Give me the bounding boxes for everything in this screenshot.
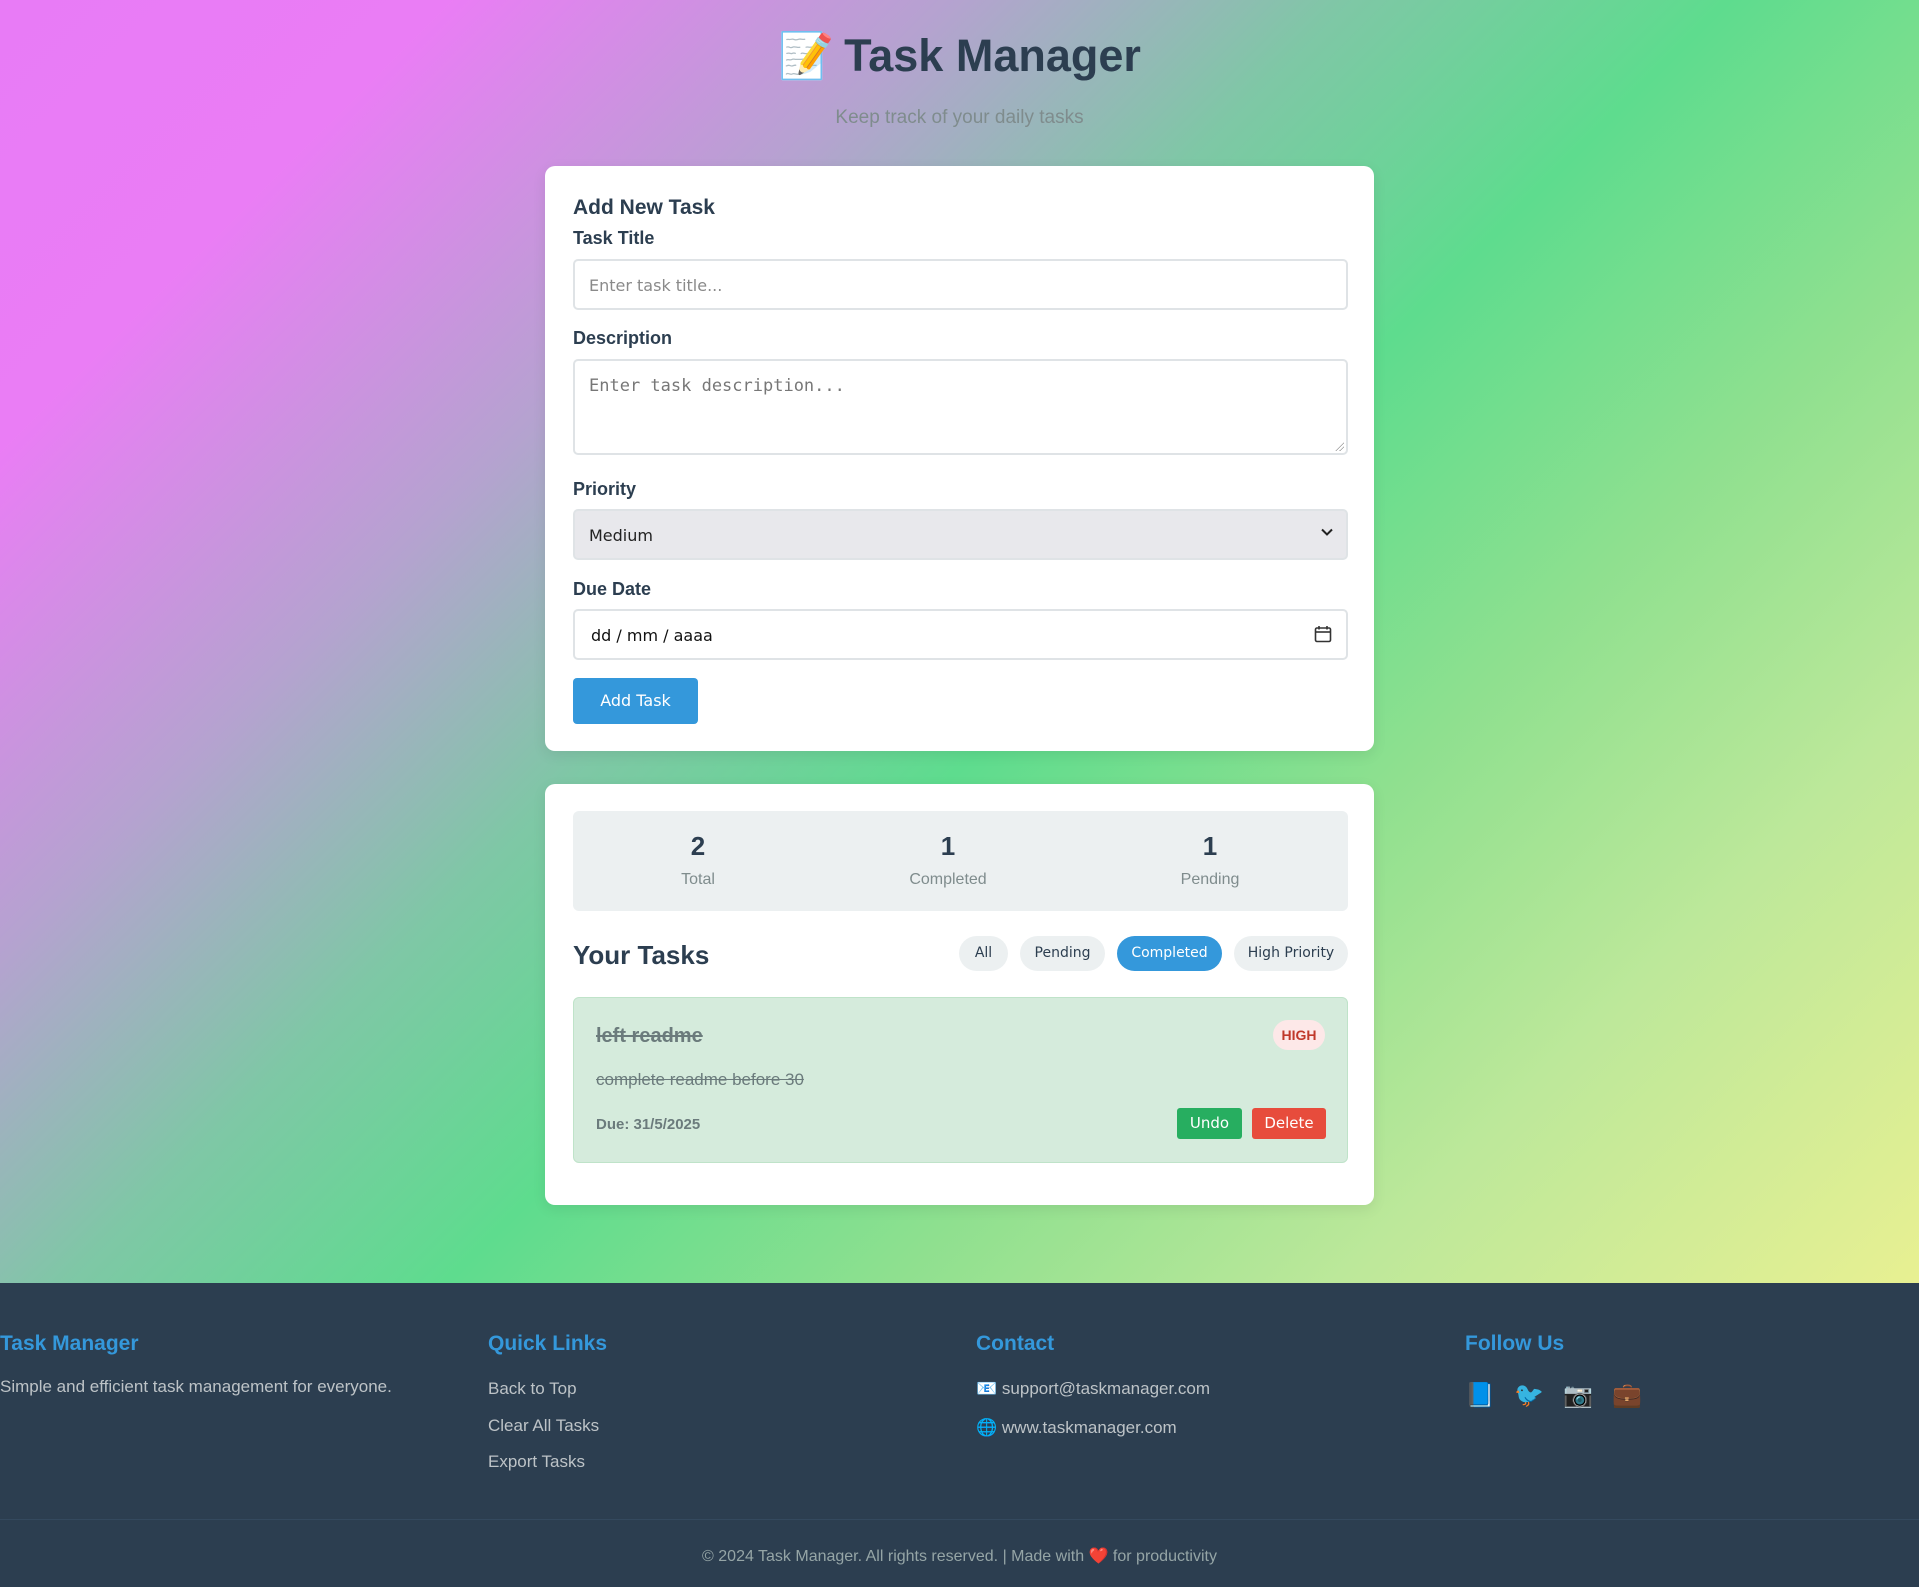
clear-all-tasks-link[interactable]: Clear All Tasks xyxy=(488,1416,599,1436)
back-to-top-link[interactable]: Back to Top xyxy=(488,1379,577,1399)
description-placeholder: Enter task description... xyxy=(589,376,845,396)
memo-pencil-icon: 📝 xyxy=(778,29,835,82)
task-title-placeholder: Enter task title... xyxy=(589,276,723,295)
stat-total: 2 Total xyxy=(598,831,798,889)
stat-value: 1 xyxy=(940,831,956,861)
filter-pending-button[interactable]: Pending xyxy=(1020,936,1105,971)
twitter-icon[interactable]: 🐦 xyxy=(1514,1381,1544,1409)
filter-high-priority-button[interactable]: High Priority xyxy=(1234,936,1348,971)
task-due-date: Due: 31/5/2025 xyxy=(596,1116,701,1133)
task-title-input[interactable]: Enter task title... xyxy=(573,259,1348,310)
copyright-suffix: for productivity xyxy=(1112,1548,1217,1565)
description-textarea[interactable]: Enter task description... xyxy=(573,359,1348,455)
resize-handle-icon[interactable] xyxy=(1334,441,1344,451)
stat-value: 1 xyxy=(1202,831,1218,861)
contact-website-text: www.taskmanager.com xyxy=(1001,1418,1177,1437)
calendar-icon[interactable] xyxy=(1314,625,1332,643)
task-title-label: Task Title xyxy=(573,228,655,248)
footer-follow-title: Follow Us xyxy=(1465,1332,1565,1355)
globe-icon: 🌐 xyxy=(976,1418,998,1438)
add-task-card: Add New Task Task Title Enter task title… xyxy=(545,166,1374,751)
due-date-placeholder: dd / mm / aaaa xyxy=(591,626,713,645)
linkedin-icon[interactable]: 💼 xyxy=(1612,1381,1642,1409)
task-item: left readme HIGH complete readme before … xyxy=(573,997,1348,1163)
stat-value: 2 xyxy=(690,831,706,861)
description-label: Description xyxy=(573,328,673,348)
stat-label: Completed xyxy=(909,871,987,888)
filter-all-button[interactable]: All xyxy=(959,936,1008,971)
stat-completed: 1 Completed xyxy=(848,831,1048,889)
priority-select[interactable]: Medium xyxy=(573,509,1348,560)
heart-icon: ❤️ xyxy=(1088,1546,1109,1565)
instagram-icon[interactable]: 📷 xyxy=(1563,1381,1593,1409)
footer-quick-links-section: Quick Links xyxy=(488,1331,607,1357)
stats-panel: 2 Total 1 Completed 1 Pending xyxy=(573,811,1348,911)
priority-badge: HIGH xyxy=(1273,1020,1325,1050)
footer-brand-title: Task Manager xyxy=(0,1332,139,1355)
page-title-text: Task Manager xyxy=(844,30,1141,81)
facebook-icon[interactable]: 📘 xyxy=(1465,1381,1495,1409)
contact-email-text: support@taskmanager.com xyxy=(1001,1379,1211,1398)
page-title: 📝 Task Manager xyxy=(0,28,1919,84)
priority-label: Priority xyxy=(573,479,637,499)
stat-pending: 1 Pending xyxy=(1110,831,1310,889)
page-subtitle: Keep track of your daily tasks xyxy=(835,107,1084,128)
tasks-card: 2 Total 1 Completed 1 Pending Your Tasks… xyxy=(545,784,1374,1205)
email-icon: 📧 xyxy=(976,1379,998,1399)
footer-brand-text: Simple and efficient task management for… xyxy=(0,1377,392,1396)
add-task-button[interactable]: Add Task xyxy=(573,678,698,724)
footer-brand-section: Task Manager Simple and efficient task m… xyxy=(0,1331,392,1397)
undo-button[interactable]: Undo xyxy=(1177,1108,1242,1139)
contact-website[interactable]: 🌐 www.taskmanager.com xyxy=(976,1418,1177,1438)
your-tasks-heading: Your Tasks xyxy=(573,940,710,970)
add-task-heading: Add New Task xyxy=(573,196,715,219)
stat-label: Total xyxy=(681,871,715,888)
due-date-input[interactable]: dd / mm / aaaa xyxy=(573,609,1348,660)
priority-selected-value: Medium xyxy=(589,526,653,545)
chevron-down-icon xyxy=(1321,528,1333,536)
filter-completed-button[interactable]: Completed xyxy=(1117,936,1222,971)
copyright-prefix: © 2024 Task Manager. All rights reserved… xyxy=(702,1548,1085,1565)
footer-follow-section: Follow Us xyxy=(1465,1331,1564,1357)
copyright-text: © 2024 Task Manager. All rights reserved… xyxy=(0,1546,1919,1566)
due-date-label: Due Date xyxy=(573,579,652,599)
footer-contact-section: Contact xyxy=(976,1331,1054,1357)
delete-button[interactable]: Delete xyxy=(1252,1108,1326,1139)
footer-contact-title: Contact xyxy=(976,1332,1055,1355)
task-description: complete readme before 30 xyxy=(596,1070,804,1089)
footer-divider xyxy=(0,1519,1919,1520)
stat-label: Pending xyxy=(1180,871,1240,888)
page-footer: Task Manager Simple and efficient task m… xyxy=(0,1283,1919,1587)
footer-quick-links-title: Quick Links xyxy=(488,1332,608,1355)
task-title: left readme xyxy=(596,1025,703,1047)
contact-email[interactable]: 📧 support@taskmanager.com xyxy=(976,1379,1210,1399)
page: 📝 Task Manager Keep track of your daily t… xyxy=(0,0,1919,1587)
export-tasks-link[interactable]: Export Tasks xyxy=(488,1452,585,1472)
